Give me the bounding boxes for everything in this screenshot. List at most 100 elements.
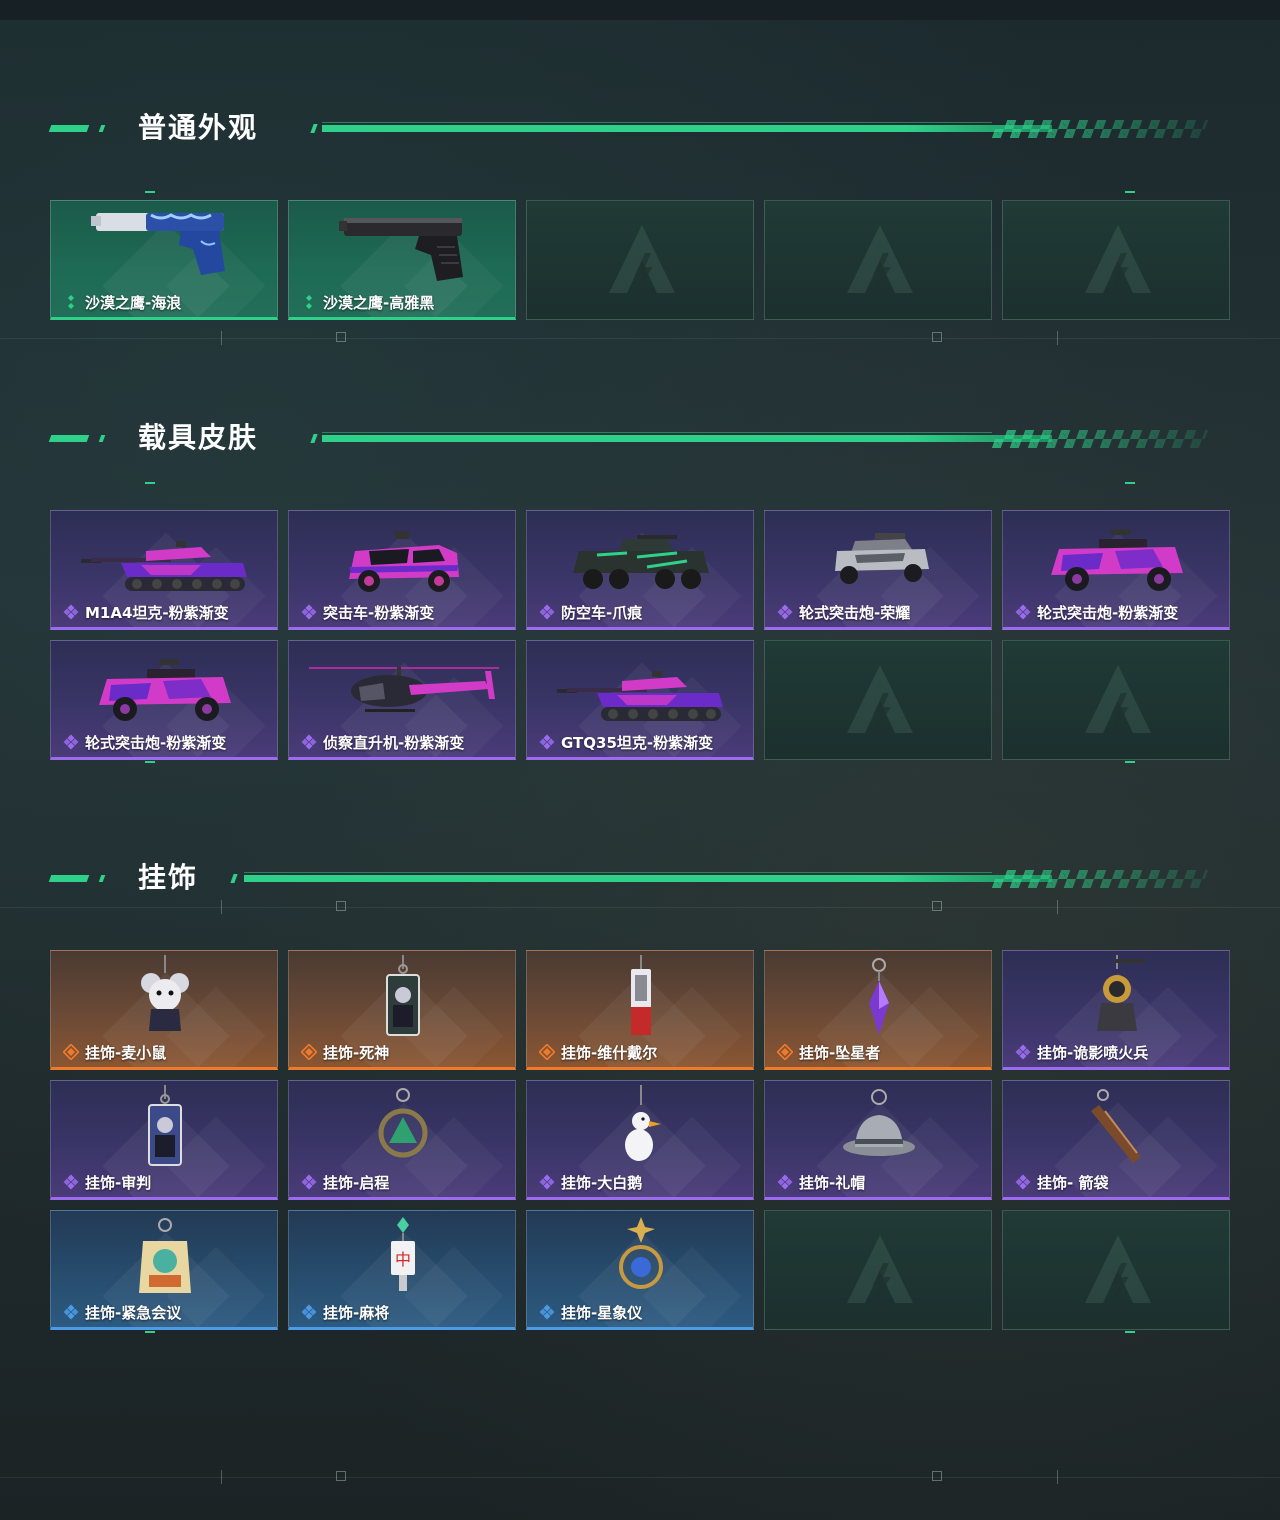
charm-item-card[interactable]: 挂饰-紧急会议 — [50, 1210, 278, 1330]
item-label: 挂饰-礼帽 — [799, 1174, 866, 1192]
top-bar — [0, 0, 1280, 20]
section-header-charm: 挂饰 — [48, 858, 1209, 898]
item-label: 挂饰-审判 — [85, 1174, 152, 1192]
frame-tick — [336, 332, 346, 342]
item-label: M1A4坦克-粉紫渐变 — [85, 604, 229, 622]
vehicle-item-card[interactable]: GTQ35坦克-粉紫渐变 — [526, 640, 754, 760]
charm-item-card[interactable]: 挂饰-麦小鼠 — [50, 950, 278, 1070]
item-label: 轮式突击炮-粉紫渐变 — [85, 734, 227, 752]
pistol-blue-wave-icon — [51, 201, 277, 301]
header-checker — [991, 430, 1209, 448]
corner-mark — [1125, 761, 1135, 763]
helicopter-icon — [289, 641, 515, 741]
item-label: 挂饰-坠星者 — [799, 1044, 881, 1062]
frame-line — [0, 1477, 1280, 1478]
pistol-black-icon — [289, 201, 515, 301]
game-logo-icon — [607, 223, 677, 295]
judgement-card-charm-icon — [51, 1081, 277, 1181]
game-logo-icon — [1083, 663, 1153, 735]
header-thin-line — [244, 872, 992, 873]
frame-line — [0, 338, 1280, 339]
game-logo-icon — [845, 223, 915, 295]
game-logo-icon — [1083, 223, 1153, 295]
charm-item-card[interactable]: 挂饰- 箭袋 — [1002, 1080, 1230, 1200]
charm-item-card[interactable]: 挂饰-礼帽 — [764, 1080, 992, 1200]
rarity-purple-icon — [777, 1174, 793, 1190]
header-dash — [98, 125, 106, 132]
vehicle-item-card[interactable]: 侦察直升机-粉紫渐变 — [288, 640, 516, 760]
empty-slot — [764, 640, 992, 760]
frame-tick — [336, 901, 346, 911]
frame-tick — [1057, 331, 1058, 345]
tank-icon — [51, 511, 277, 611]
item-label: 挂饰-死神 — [323, 1044, 390, 1062]
item-label: 沙漠之鹰-高雅黑 — [323, 294, 435, 312]
header-dash — [48, 435, 90, 442]
vehicle-item-card[interactable]: 轮式突击炮-粉紫渐变 — [50, 640, 278, 760]
game-logo-icon — [845, 663, 915, 735]
meeting-charm-icon — [51, 1211, 277, 1311]
rarity-purple-icon — [63, 604, 79, 620]
item-label: 挂饰-星象仪 — [561, 1304, 643, 1322]
wheeled-gun-icon — [1003, 511, 1229, 611]
charm-item-card[interactable]: 挂饰-维什戴尔 — [526, 950, 754, 1070]
aa-vehicle-icon — [527, 511, 753, 611]
header-checker — [991, 120, 1209, 138]
rarity-purple-icon — [539, 734, 555, 750]
vehicle-item-card[interactable]: 突击车-粉紫渐变 — [288, 510, 516, 630]
wheeled-gun-glory-icon — [765, 511, 991, 611]
item-label: 挂饰-麻将 — [323, 1304, 390, 1322]
rarity-orange-icon — [62, 1043, 80, 1061]
charm-item-card[interactable]: 挂饰-审判 — [50, 1080, 278, 1200]
item-label: 侦察直升机-粉紫渐变 — [323, 734, 465, 752]
charm-item-card[interactable]: 挂饰-大白鹅 — [526, 1080, 754, 1200]
rarity-blue-icon — [63, 1304, 79, 1320]
vehicle-item-card[interactable]: 轮式突击炮-粉紫渐变 — [1002, 510, 1230, 630]
frame-tick — [932, 332, 942, 342]
charm-item-card[interactable]: 中 挂饰-麻将 — [288, 1210, 516, 1330]
corner-mark — [1125, 191, 1135, 193]
empty-slot — [764, 200, 992, 320]
header-bar — [322, 435, 1052, 442]
charm-item-card[interactable]: 挂饰-诡影喷火兵 — [1002, 950, 1230, 1070]
rarity-blue-icon — [301, 1304, 317, 1320]
weapon-item-card[interactable]: 沙漠之鹰-高雅黑 — [288, 200, 516, 320]
tank-icon — [527, 641, 753, 741]
rarity-orange-icon — [776, 1043, 794, 1061]
charm-item-card[interactable]: 挂饰-启程 — [288, 1080, 516, 1200]
rarity-orange-icon — [538, 1043, 556, 1061]
vehicle-item-card[interactable]: M1A4坦克-粉紫渐变 — [50, 510, 278, 630]
header-dash — [98, 875, 106, 882]
rarity-purple-icon — [301, 1174, 317, 1190]
rarity-purple-icon — [777, 604, 793, 620]
flamethrower-charm-icon — [1003, 951, 1229, 1051]
frame-tick — [221, 900, 222, 914]
vehicle-item-card[interactable]: 轮式突击炮-荣耀 — [764, 510, 992, 630]
charm-item-card[interactable]: 挂饰-坠星者 — [764, 950, 992, 1070]
empty-slot — [1002, 640, 1230, 760]
header-thin-line — [322, 432, 992, 433]
crystal-charm-icon — [765, 951, 991, 1051]
header-bar — [322, 125, 1052, 132]
assault-car-icon — [289, 511, 515, 611]
charm-item-card[interactable]: 挂饰-死神 — [288, 950, 516, 1070]
item-label: 突击车-粉紫渐变 — [323, 604, 435, 622]
vehicle-item-card[interactable]: 防空车-爪痕 — [526, 510, 754, 630]
game-logo-icon — [1083, 1233, 1153, 1305]
item-label: 防空车-爪痕 — [561, 604, 643, 622]
corner-mark — [1125, 482, 1135, 484]
rarity-green-icon — [63, 294, 79, 310]
frame-tick — [932, 1471, 942, 1481]
rarity-blue-icon — [539, 1304, 555, 1320]
section-title: 普通外观 — [138, 111, 259, 144]
frame-tick — [932, 901, 942, 911]
rarity-purple-icon — [63, 1174, 79, 1190]
charm-item-card[interactable]: 挂饰-星象仪 — [526, 1210, 754, 1330]
item-label: 轮式突击炮-荣耀 — [799, 604, 911, 622]
header-thin-line — [322, 122, 992, 123]
item-label: 挂饰-诡影喷火兵 — [1037, 1044, 1149, 1062]
weapon-item-card[interactable]: 沙漠之鹰-海浪 — [50, 200, 278, 320]
section-title: 挂饰 — [138, 861, 199, 894]
item-label: 挂饰- 箭袋 — [1037, 1174, 1109, 1192]
quiver-charm-icon — [1003, 1081, 1229, 1181]
